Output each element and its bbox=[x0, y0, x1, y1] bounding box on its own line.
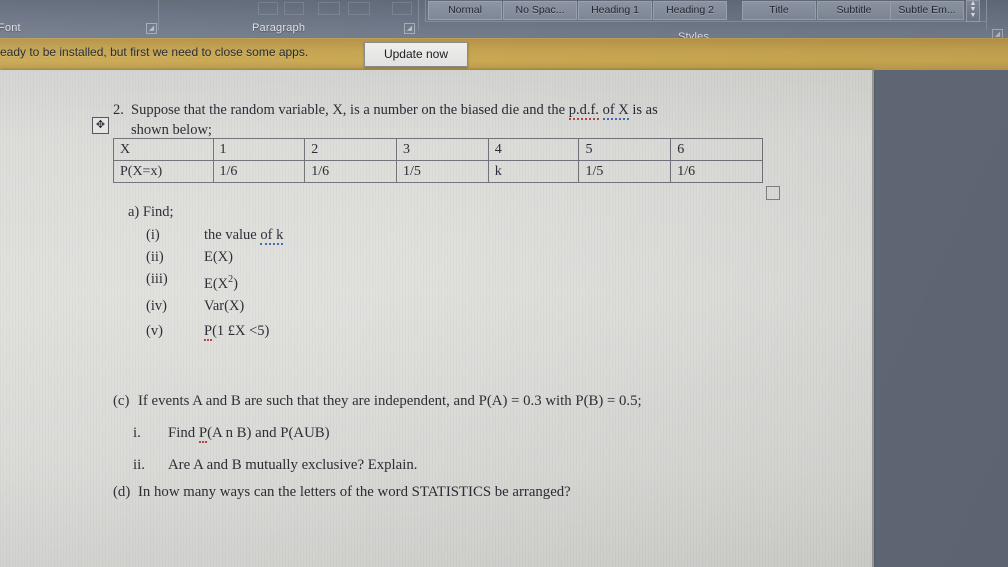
question-2-line-2: shown below; bbox=[131, 122, 212, 138]
paragraph-icon-b[interactable] bbox=[284, 2, 304, 15]
style-chip-heading-2[interactable]: Heading 2 bbox=[653, 1, 727, 20]
part-d-label: (d) bbox=[113, 484, 131, 500]
part-c-num-i: i. bbox=[133, 425, 141, 441]
table-cell-x-4[interactable]: 4 bbox=[487, 138, 580, 161]
part-a-block: a) Find; (i) the value of k (ii) E(X) (i… bbox=[128, 204, 284, 344]
part-c-text: If events A and B are such that they are… bbox=[138, 393, 642, 409]
pdf-term: p.d.f. bbox=[568, 102, 599, 120]
part-a-num-i: (i) bbox=[146, 227, 160, 243]
probability-distribution-table[interactable]: X 1 2 3 4 5 6 P(X=x) 1/6 1/6 1/5 k 1/5 1… bbox=[113, 138, 763, 183]
part-c-block: (c) If events A and B are such that they… bbox=[113, 392, 833, 475]
table-row-header: X 1 2 3 4 5 6 bbox=[113, 138, 763, 161]
update-notification-bar: ready to be installed, but first we need… bbox=[0, 38, 1008, 70]
paragraph-dialog-launcher-icon[interactable]: ◢ bbox=[404, 23, 415, 34]
question-2-paragraph: 2. Suppose that the random variable, X, i… bbox=[113, 100, 763, 140]
part-a-text-iv: Var(X) bbox=[204, 297, 245, 314]
style-chip-subtitle[interactable]: Subtitle bbox=[817, 1, 891, 20]
question-2-text-before: Suppose that the random variable, X, is … bbox=[131, 102, 569, 118]
part-a-num-ii: (ii) bbox=[146, 249, 164, 265]
part-a-item-v: (v) P(1 £X <5) bbox=[128, 322, 283, 341]
style-chip-normal[interactable]: Normal bbox=[428, 1, 502, 20]
part-a-text-v-rest: (1 £X <5) bbox=[212, 322, 270, 339]
style-chip-subtle-emphasis[interactable]: Subtle Em... bbox=[890, 1, 964, 20]
part-c-text-i: Find P(A n B) and P(AUB) bbox=[168, 425, 330, 443]
table-cell-x-label[interactable]: X bbox=[113, 138, 214, 161]
ribbon-divider-font bbox=[158, 0, 159, 30]
table-resize-handle-icon[interactable] bbox=[766, 186, 780, 200]
table-cell-p-5[interactable]: 1/5 bbox=[578, 160, 672, 183]
part-a-heading: a) Find; bbox=[128, 204, 174, 220]
part-a-num-iii: (iii) bbox=[146, 271, 168, 287]
update-now-button[interactable]: Update now bbox=[364, 42, 468, 67]
part-d-text: In how many ways can the letters of the … bbox=[138, 484, 571, 500]
ribbon-group-label-paragraph: Paragraph bbox=[252, 22, 306, 34]
word-ribbon: Normal No Spac... Heading 1 Heading 2 Ti… bbox=[0, 0, 1008, 43]
table-row-probability: P(X=x) 1/6 1/6 1/5 k 1/5 1/6 bbox=[113, 160, 763, 183]
table-move-handle-icon[interactable]: ✥ bbox=[92, 117, 109, 134]
of-x-term: of X bbox=[602, 102, 629, 120]
style-chip-no-spacing[interactable]: No Spac... bbox=[503, 1, 577, 20]
table-cell-p-1[interactable]: 1/6 bbox=[212, 160, 306, 183]
table-cell-x-1[interactable]: 1 bbox=[212, 138, 306, 161]
paragraph-icon-a[interactable] bbox=[258, 2, 278, 15]
of-k-term: of k bbox=[260, 227, 284, 245]
part-a-text-iii-base: E(X bbox=[204, 275, 229, 292]
question-2-text-after: is as bbox=[628, 102, 658, 118]
table-cell-p-6[interactable]: 1/6 bbox=[670, 160, 763, 183]
style-gallery-more-icon[interactable]: ▼ bbox=[967, 12, 979, 19]
paragraph-icon-e[interactable] bbox=[392, 2, 412, 15]
part-a-num-v: (v) bbox=[146, 322, 163, 339]
part-a-text-v: P(1 £X <5) bbox=[204, 322, 270, 341]
style-gallery-spinner[interactable]: ▲ ▼ ▼ bbox=[966, 0, 980, 22]
table-cell-x-6[interactable]: 6 bbox=[670, 138, 763, 161]
style-chip-heading-1[interactable]: Heading 1 bbox=[578, 1, 652, 20]
screen-photo: Normal No Spac... Heading 1 Heading 2 Ti… bbox=[0, 0, 1008, 567]
paragraph-icon-c[interactable] bbox=[318, 2, 340, 15]
question-2-number: 2. bbox=[113, 102, 124, 118]
part-a-text-iii: E(X2) bbox=[204, 270, 238, 294]
part-d-block: (d) In how many ways can the letters of … bbox=[113, 483, 833, 502]
table-cell-x-2[interactable]: 2 bbox=[304, 138, 398, 161]
table-cell-p-4[interactable]: k bbox=[487, 160, 580, 183]
ribbon-divider-paragraph bbox=[418, 0, 419, 30]
part-c-item-ii: ii. Are A and B mutually exclusive? Expl… bbox=[113, 456, 833, 475]
part-a-text-iii-tail: ) bbox=[233, 275, 239, 292]
part-c-num-ii: ii. bbox=[133, 457, 145, 473]
page-right-edge bbox=[872, 70, 874, 567]
part-a-item-i: (i) the value of k bbox=[128, 226, 284, 245]
table-cell-p-3[interactable]: 1/5 bbox=[396, 160, 489, 183]
table-cell-p-label[interactable]: P(X=x) bbox=[113, 160, 214, 183]
part-c-main-line: (c) If events A and B are such that they… bbox=[113, 392, 833, 411]
font-dialog-launcher-icon[interactable]: ◢ bbox=[146, 23, 157, 34]
part-a-num-iv: (iv) bbox=[146, 297, 167, 314]
part-c-item-i: i. Find P(A n B) and P(AUB) bbox=[113, 424, 833, 443]
part-a-item-iv: (iv) Var(X) bbox=[128, 297, 283, 316]
part-c-text-ii: Are A and B mutually exclusive? Explain. bbox=[168, 457, 418, 473]
table-cell-x-5[interactable]: 5 bbox=[578, 138, 672, 161]
table-cell-x-3[interactable]: 3 bbox=[396, 138, 489, 161]
ribbon-group-label-font: Font bbox=[0, 22, 21, 34]
table-cell-p-2[interactable]: 1/6 bbox=[304, 160, 398, 183]
style-chip-title[interactable]: Title bbox=[742, 1, 816, 20]
part-a-item-iii: (iii) E(X2) bbox=[128, 270, 283, 294]
paragraph-icon-d[interactable] bbox=[348, 2, 370, 15]
part-a-item-ii: (ii) E(X) bbox=[128, 248, 283, 267]
part-a-text-ii: E(X) bbox=[204, 249, 233, 265]
notification-message: ready to be installed, but first we need… bbox=[0, 45, 309, 59]
part-a-text-i: the value of k bbox=[204, 227, 284, 245]
part-c-label: (c) bbox=[113, 393, 130, 409]
